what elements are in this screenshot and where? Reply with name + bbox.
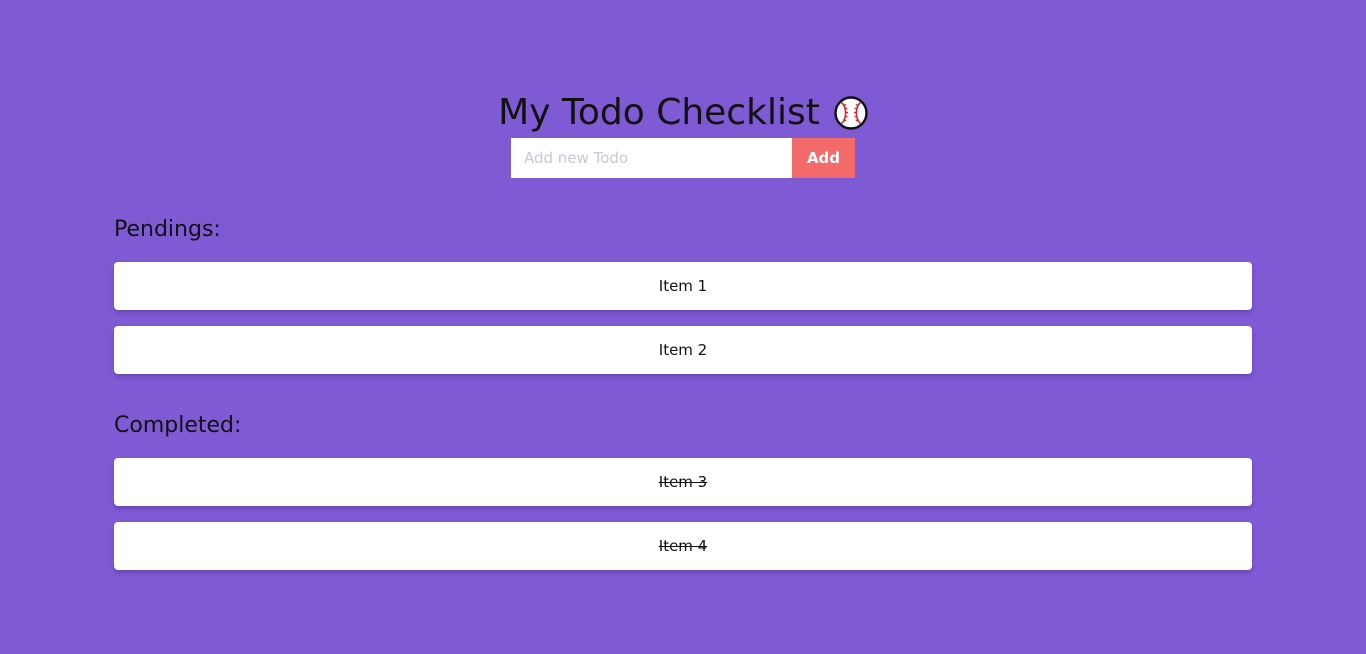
- add-todo-form: Add: [511, 138, 855, 178]
- pending-item[interactable]: Item 1: [114, 262, 1252, 310]
- completed-item[interactable]: Item 3: [114, 458, 1252, 506]
- pending-item-label: Item 1: [658, 277, 708, 295]
- page-title: My Todo Checklist: [498, 92, 820, 133]
- pending-item[interactable]: Item 2: [114, 326, 1252, 374]
- completed-heading: Completed:: [114, 413, 242, 438]
- pending-list: Item 1 Item 2: [114, 262, 1252, 390]
- pending-item-label: Item 2: [658, 341, 708, 359]
- pendings-heading: Pendings:: [114, 217, 221, 242]
- completed-item[interactable]: Item 4: [114, 522, 1252, 570]
- completed-list: Item 3 Item 4: [114, 458, 1252, 586]
- baseball-icon: [834, 96, 868, 130]
- completed-item-label: Item 4: [658, 537, 708, 555]
- new-todo-input[interactable]: [511, 138, 792, 178]
- add-button[interactable]: Add: [792, 138, 855, 178]
- title-row: My Todo Checklist: [498, 90, 868, 136]
- header: My Todo Checklist: [0, 90, 1366, 136]
- completed-item-label: Item 3: [658, 473, 708, 491]
